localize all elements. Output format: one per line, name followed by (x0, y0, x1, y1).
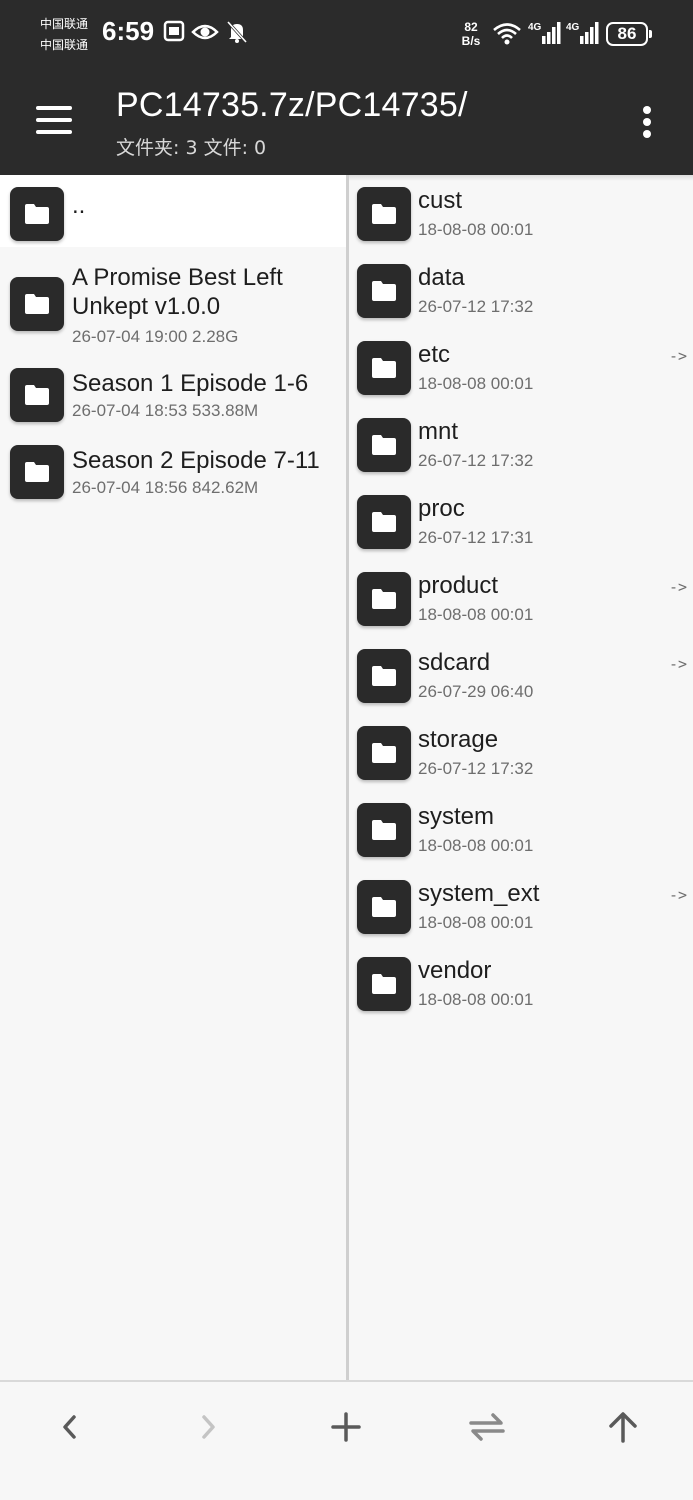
forward-button[interactable] (178, 1402, 238, 1452)
more-options-button[interactable] (630, 98, 664, 146)
status-time: 6:59 (102, 16, 155, 46)
item-meta: 26-07-12 17:32 (418, 297, 534, 316)
chevron-left-icon (63, 1415, 76, 1439)
folder-icon (357, 418, 411, 472)
symlink-indicator: -> (668, 886, 687, 904)
item-name: etc (418, 341, 451, 368)
folder-icon (357, 726, 411, 780)
folder-icon (10, 187, 64, 241)
bottom-toolbar (0, 1380, 693, 1500)
folder-icon (10, 445, 64, 499)
folder-icon (357, 803, 411, 857)
wifi-icon (492, 22, 522, 50)
swap-panels-button[interactable] (455, 1402, 515, 1452)
list-item[interactable]: mnt 26-07-12 17:32 (349, 412, 693, 486)
item-meta: 26-07-04 18:53 533.88M (72, 401, 259, 420)
list-item[interactable]: data 26-07-12 17:32 (349, 258, 693, 332)
folder-icon (10, 368, 64, 422)
item-name: mnt (418, 418, 459, 445)
list-item[interactable]: system_ext 18-08-08 00:01 -> (349, 874, 693, 948)
item-meta: 26-07-29 06:40 (418, 682, 534, 701)
list-item[interactable]: product 18-08-08 00:01 -> (349, 566, 693, 640)
item-name: storage (418, 726, 499, 753)
item-meta: 18-08-08 00:01 (418, 990, 534, 1009)
carrier-2: 中国联通 (40, 38, 89, 52)
bell-off-icon (226, 20, 248, 48)
item-name: data (418, 264, 465, 291)
folder-icon (357, 341, 411, 395)
cellular-signal-1: 4G (528, 20, 562, 46)
folder-icon (357, 495, 411, 549)
folder-icon (357, 957, 411, 1011)
eye-icon (191, 22, 219, 46)
item-name: vendor (418, 957, 492, 984)
list-item[interactable]: storage 26-07-12 17:32 (349, 720, 693, 794)
plus-icon (331, 1412, 361, 1442)
item-name: proc (418, 495, 465, 522)
list-item[interactable]: Season 2 Episode 7-11 26-07-04 18:56 842… (0, 440, 346, 510)
folder-icon (357, 187, 411, 241)
left-file-panel[interactable]: .. A Promise Best Left Unkept v1.0.0 26-… (0, 175, 346, 1380)
list-item[interactable]: vendor 18-08-08 00:01 (349, 951, 693, 1025)
screen-record-icon (163, 20, 185, 46)
list-item[interactable]: etc 18-08-08 00:01 -> (349, 335, 693, 409)
chevron-right-icon (202, 1415, 215, 1439)
list-item[interactable]: A Promise Best Left Unkept v1.0.0 26-07-… (0, 255, 346, 355)
item-meta: 18-08-08 00:01 (418, 605, 534, 624)
item-meta: 18-08-08 00:01 (418, 220, 534, 239)
item-name: sdcard (418, 649, 491, 676)
more-vert-icon (643, 106, 651, 114)
symlink-indicator: -> (668, 578, 687, 596)
folder-icon (357, 264, 411, 318)
list-item[interactable]: sdcard 26-07-29 06:40 -> (349, 643, 693, 717)
arrow-up-icon (609, 1412, 637, 1443)
folder-icon (357, 649, 411, 703)
menu-button[interactable] (26, 94, 82, 150)
item-meta: 26-07-12 17:31 (418, 528, 534, 547)
menu-icon (36, 106, 72, 110)
item-meta: 26-07-04 19:00 2.28G (72, 327, 239, 346)
app-bar: PC14735.7z/PC14735/ 文件夹: 3 文件: 0 (0, 70, 693, 175)
list-item[interactable]: Season 1 Episode 1-6 26-07-04 18:53 533.… (0, 363, 346, 433)
folder-icon (357, 572, 411, 626)
battery-indicator: 86 (606, 22, 652, 46)
item-meta: 18-08-08 00:01 (418, 913, 534, 932)
status-bar: 中国联通 中国联通 6:59 82 B/s 4G 4G 86 (0, 0, 693, 70)
item-name: product (418, 572, 499, 599)
list-item[interactable]: proc 26-07-12 17:31 (349, 489, 693, 563)
symlink-indicator: -> (668, 347, 687, 365)
parent-folder-button[interactable] (593, 1402, 653, 1452)
add-button[interactable] (316, 1402, 376, 1452)
item-meta: 18-08-08 00:01 (418, 374, 534, 393)
cellular-signal-2: 4G (566, 20, 600, 46)
item-meta: 26-07-12 17:32 (418, 451, 534, 470)
item-name: .. (72, 192, 86, 219)
symlink-indicator: -> (668, 655, 687, 673)
list-item[interactable]: system 18-08-08 00:01 (349, 797, 693, 871)
right-file-panel[interactable]: cust 18-08-08 00:01 data 26-07-12 17:32 etc 1… (349, 175, 693, 1380)
item-meta: 26-07-04 18:56 842.62M (72, 478, 259, 497)
back-button[interactable] (40, 1402, 100, 1452)
item-meta: 26-07-12 17:32 (418, 759, 534, 778)
folder-file-count: 文件夹: 3 文件: 0 (116, 137, 267, 159)
carrier-names: 中国联通 中国联通 (40, 14, 88, 56)
item-name: cust (418, 187, 463, 214)
item-name: A Promise Best Left Unkept v1.0.0 (72, 264, 283, 320)
item-meta: 18-08-08 00:01 (418, 836, 534, 855)
item-name: Season 2 Episode 7-11 (72, 447, 320, 474)
folder-icon (10, 277, 64, 331)
list-item[interactable]: cust 18-08-08 00:01 (349, 181, 693, 255)
list-item-parent-dir[interactable]: .. (0, 175, 346, 247)
item-name: Season 1 Episode 1-6 (72, 370, 309, 397)
swap-icon (469, 1413, 505, 1441)
page-title: PC14735.7z/PC14735/ (116, 86, 468, 124)
carrier-1: 中国联通 (40, 17, 89, 31)
folder-icon (357, 880, 411, 934)
network-speed: 82 B/s (461, 20, 481, 48)
item-name: system (418, 803, 495, 830)
item-name: system_ext (418, 880, 540, 907)
